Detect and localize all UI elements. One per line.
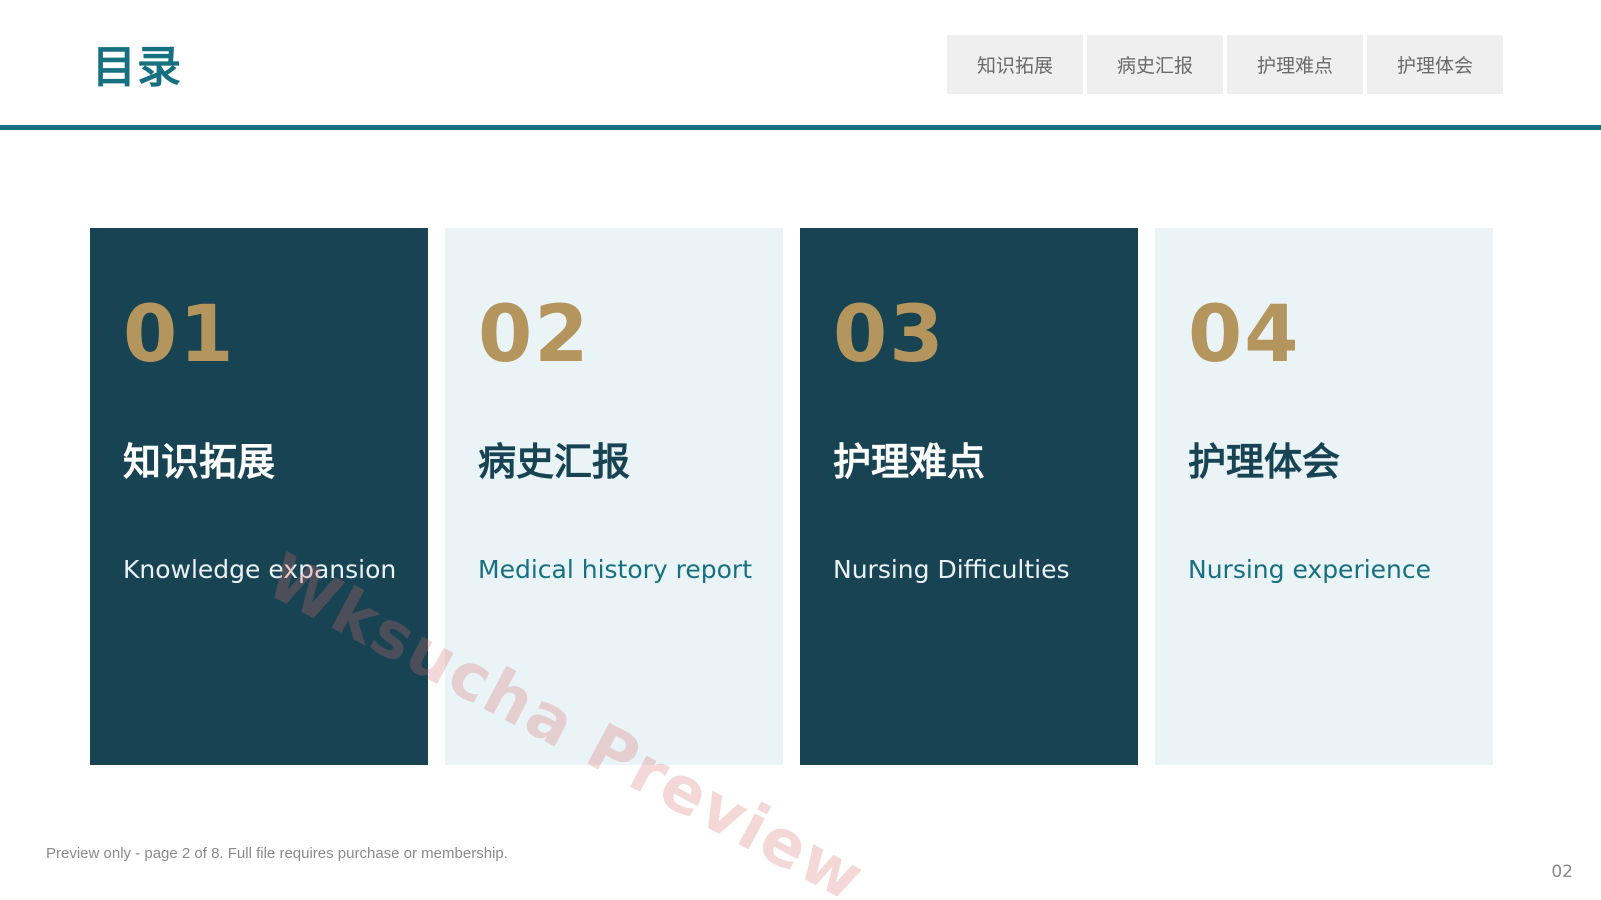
toc-card-3[interactable]: 03 护理难点 Nursing Difficulties [800,228,1138,765]
page-number: 02 [1551,862,1573,882]
card-subtitle: Nursing Difficulties [833,555,1070,584]
nav-tab-difficulties[interactable]: 护理难点 [1227,35,1363,94]
top-nav: 知识拓展 病史汇报 护理难点 护理体会 [947,35,1503,94]
card-subtitle: Nursing experience [1188,555,1432,584]
card-number: 04 [1188,290,1301,380]
nav-tab-knowledge[interactable]: 知识拓展 [947,35,1083,94]
card-title: 知识拓展 [123,440,276,484]
card-subtitle: Medical history report [478,555,753,584]
page-title: 目录 [92,42,182,93]
toc-card-4[interactable]: 04 护理体会 Nursing experience [1155,228,1493,765]
card-title: 护理难点 [833,440,986,484]
header-divider [0,125,1601,130]
nav-tab-history[interactable]: 病史汇报 [1087,35,1223,94]
card-title: 病史汇报 [478,440,631,484]
card-number: 03 [833,290,946,380]
preview-notice: Preview only - page 2 of 8. Full file re… [46,845,508,862]
toc-card-1[interactable]: 01 知识拓展 Knowledge expansion [90,228,428,765]
card-number: 02 [478,290,591,380]
card-number: 01 [123,290,236,380]
card-title: 护理体会 [1188,440,1341,484]
card-subtitle: Knowledge expansion [123,555,397,584]
toc-card-2[interactable]: 02 病史汇报 Medical history report [445,228,783,765]
nav-tab-experience[interactable]: 护理体会 [1367,35,1503,94]
slide: 目录 知识拓展 病史汇报 护理难点 护理体会 01 知识拓展 Knowledge… [0,0,1601,900]
